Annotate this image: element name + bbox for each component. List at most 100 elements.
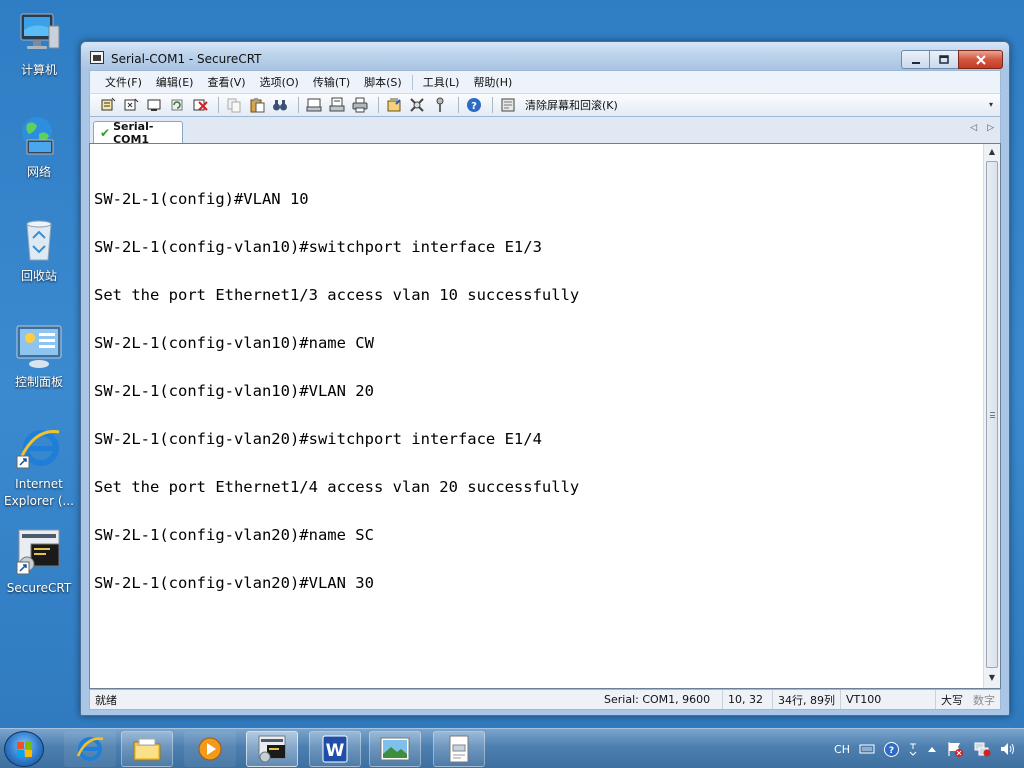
scroll-down-icon[interactable]: ▼ — [984, 670, 1000, 686]
print-screen-icon — [306, 98, 322, 112]
terminal-line: Set the port Ethernet1/3 access vlan 10 … — [94, 286, 580, 304]
taskbar-file-explorer[interactable] — [121, 731, 173, 767]
window-title: Serial-COM1 - SecureCRT — [111, 52, 262, 66]
ime-settings-icon[interactable] — [908, 741, 918, 757]
menu-help[interactable]: 帮助(H) — [466, 74, 519, 90]
copy-button[interactable] — [224, 96, 244, 114]
securecrt-window: Serial-COM1 - SecureCRT 文件(F) 编辑(E) 查看(V… — [80, 41, 1010, 716]
help-button[interactable]: ? — [464, 96, 484, 114]
global-options-button[interactable] — [407, 96, 427, 114]
desktop-icon-label: 回收站 — [20, 269, 57, 283]
scrollbar-thumb[interactable] — [986, 161, 998, 668]
binoculars-icon — [273, 100, 287, 111]
control-panel-icon — [15, 322, 63, 370]
global-options-icon — [410, 98, 424, 112]
start-button[interactable] — [4, 731, 44, 767]
tab-scroll-right-icon[interactable]: ▷ — [987, 123, 994, 133]
session-options-icon — [387, 98, 401, 112]
print-selection-button[interactable] — [327, 96, 347, 114]
toolbar-divider — [298, 97, 299, 113]
window-controls — [901, 50, 1003, 69]
desktop-icon-computer[interactable]: 计算机 — [0, 10, 78, 79]
desktop-icon-label: 控制面板 — [14, 375, 63, 389]
connect-button[interactable] — [98, 96, 118, 114]
desktop-icon-label: 计算机 — [20, 63, 57, 77]
terminal-line: SW-2L-1(config-vlan20)#name SC — [94, 526, 374, 544]
toolbar: ? 清除屏幕和回滚(K) ▾ — [89, 93, 1001, 117]
key-button[interactable] — [430, 96, 450, 114]
disconnect-button[interactable] — [190, 96, 210, 114]
taskbar-document[interactable] — [433, 731, 485, 767]
scroll-up-icon[interactable]: ▲ — [984, 144, 1000, 160]
connected-check-icon: ✔ — [100, 125, 111, 140]
document-icon — [449, 735, 469, 763]
clear-screen-label[interactable]: 清除屏幕和回滚(K) — [525, 97, 618, 113]
close-button[interactable] — [958, 50, 1003, 69]
volume-icon[interactable] — [1000, 742, 1016, 756]
toolbar-divider — [378, 97, 379, 113]
language-indicator[interactable]: CH — [834, 743, 850, 756]
print-screen-button[interactable] — [304, 96, 324, 114]
app-icon — [90, 51, 104, 64]
desktop-icon-internet-explorer[interactable]: Internet Explorer (... — [0, 424, 78, 510]
session-options-button[interactable] — [384, 96, 404, 114]
network-status-icon[interactable] — [973, 741, 991, 757]
status-num-lock: 数字 — [973, 693, 995, 707]
menu-edit[interactable]: 编辑(E) — [149, 74, 201, 90]
desktop-icon-recycle-bin[interactable]: 回收站 — [0, 216, 78, 285]
title-bar[interactable]: Serial-COM1 - SecureCRT — [81, 42, 1009, 70]
minimize-button[interactable] — [901, 50, 930, 69]
taskbar-image-viewer[interactable] — [369, 731, 421, 767]
status-ready: 就绪 — [95, 693, 117, 707]
tab-scroll-left-icon[interactable]: ◁ — [970, 123, 977, 133]
close-icon — [975, 54, 986, 65]
maximize-icon — [939, 54, 949, 64]
taskbar-word[interactable]: W — [309, 731, 361, 767]
status-connection: Serial: COM1, 9600 — [604, 693, 711, 706]
menu-transfer[interactable]: 传输(T) — [306, 74, 357, 90]
show-hidden-icons-icon[interactable] — [927, 745, 937, 753]
find-button[interactable] — [270, 96, 290, 114]
session-tabs: ✔ Serial-COM1 ◁ ▷ — [89, 117, 1001, 146]
desktop-icon-control-panel[interactable]: 控制面板 — [0, 322, 78, 391]
menu-tools[interactable]: 工具(L) — [416, 74, 467, 90]
menu-bar: 文件(F) 编辑(E) 查看(V) 选项(O) 传输(T) 脚本(S) 工具(L… — [89, 70, 1001, 93]
terminal-line: SW-2L-1(config-vlan20)#VLAN 30 — [94, 574, 374, 592]
taskbar-internet-explorer[interactable] — [64, 731, 116, 767]
connect-in-tab-button[interactable] — [144, 96, 164, 114]
tab-label: Serial-COM1 — [113, 119, 154, 146]
tab-serial-com1[interactable]: ✔ Serial-COM1 — [93, 119, 183, 146]
toolbar-overflow-icon[interactable]: ▾ — [989, 100, 997, 112]
toolbar-divider — [218, 97, 219, 113]
grip-icon — [990, 411, 995, 418]
minimize-icon — [911, 61, 920, 64]
reconnect-button[interactable] — [167, 96, 187, 114]
svg-text:W: W — [326, 741, 345, 761]
svg-text:?: ? — [889, 746, 894, 756]
menu-options[interactable]: 选项(O) — [253, 74, 306, 90]
connect-icon — [101, 97, 116, 111]
taskbar-securecrt[interactable] — [246, 731, 298, 767]
terminal-view[interactable]: SW-2L-1(config)#VLAN 10 SW-2L-1(config-v… — [89, 143, 1001, 689]
keyboard-icon[interactable] — [859, 743, 875, 755]
help-icon[interactable]: ? — [884, 741, 899, 757]
vertical-scrollbar[interactable]: ▲ ▼ — [983, 144, 1000, 688]
clear-screen-button[interactable] — [498, 96, 518, 114]
print-button[interactable] — [350, 96, 370, 114]
quick-connect-button[interactable] — [121, 96, 141, 114]
terminal-line: SW-2L-1(config-vlan10)#VLAN 20 — [94, 382, 374, 400]
desktop-icon-securecrt[interactable]: SecureCRT — [0, 528, 78, 597]
status-emulation: VT100 — [840, 690, 935, 709]
taskbar-media-player[interactable] — [184, 731, 236, 767]
print-selection-icon — [329, 97, 345, 112]
desktop-icon-network[interactable]: 网络 — [0, 112, 78, 181]
menu-view[interactable]: 查看(V) — [200, 74, 252, 90]
paste-button[interactable] — [247, 96, 267, 114]
menu-script[interactable]: 脚本(S) — [357, 74, 409, 90]
action-center-flag-icon[interactable] — [946, 741, 964, 757]
menu-file[interactable]: 文件(F) — [98, 74, 149, 90]
maximize-button[interactable] — [929, 50, 959, 69]
picture-icon — [380, 737, 410, 761]
desktop-icon-label: SecureCRT — [6, 581, 72, 595]
key-icon — [436, 97, 444, 112]
